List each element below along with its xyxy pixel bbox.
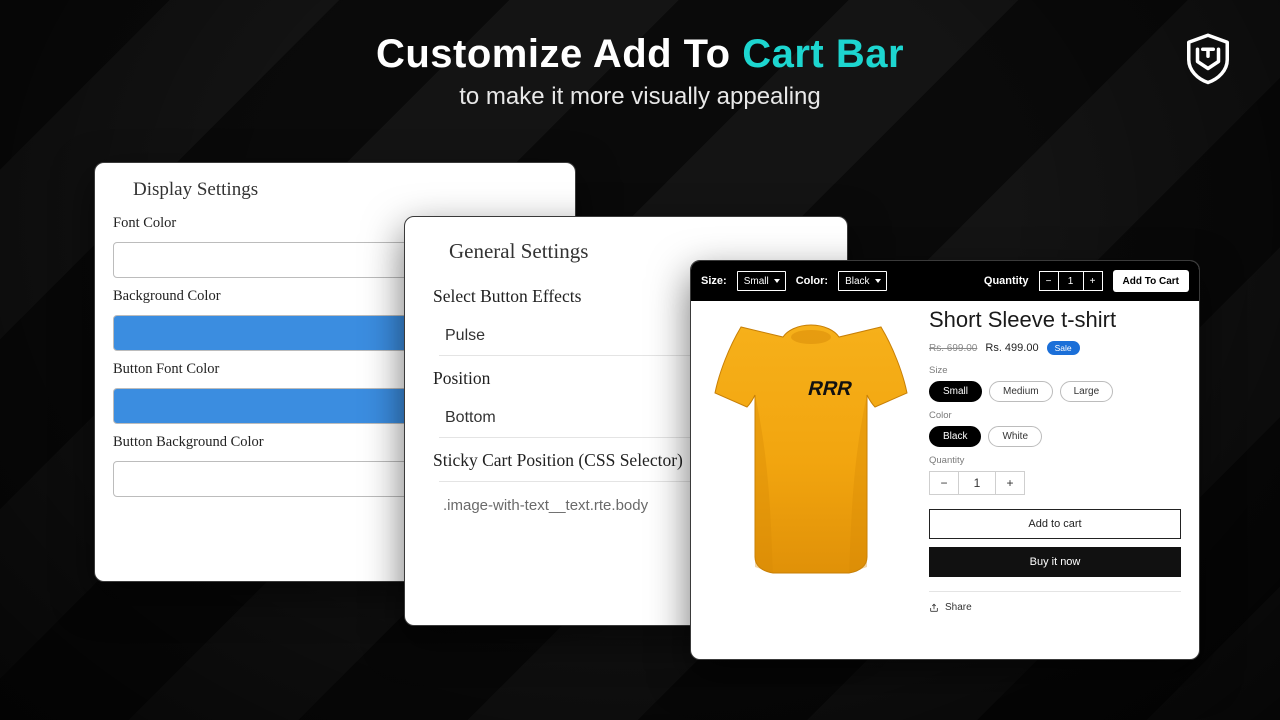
page-subtitle: to make it more visually appealing xyxy=(0,83,1280,111)
sticky-cart-bar: Size: Small Color: Black Quantity − 1 + … xyxy=(691,261,1199,301)
title-accent: Cart Bar xyxy=(742,32,904,76)
qty-minus[interactable]: − xyxy=(930,472,958,494)
bar-color-label: Color: xyxy=(796,275,828,287)
bar-qty-stepper[interactable]: − 1 + xyxy=(1039,271,1103,291)
product-info: Short Sleeve t-shirt Rs. 699.00 Rs. 499.… xyxy=(929,307,1181,613)
display-settings-title: Display Settings xyxy=(133,179,555,201)
quantity-stepper[interactable]: − 1 + xyxy=(929,471,1025,495)
qty-value: 1 xyxy=(958,472,996,494)
size-option-label: Size xyxy=(929,365,1181,376)
product-title: Short Sleeve t-shirt xyxy=(929,307,1181,333)
qty-option-label: Quantity xyxy=(929,455,1181,466)
price-row: Rs. 699.00 Rs. 499.00 Sale xyxy=(929,341,1181,355)
bar-qty-plus[interactable]: + xyxy=(1084,272,1102,290)
new-price: Rs. 499.00 xyxy=(985,342,1038,354)
share-label: Share xyxy=(945,602,972,613)
tshirt-icon: RRR xyxy=(701,307,921,597)
brand-logo xyxy=(1180,30,1236,91)
share-row[interactable]: Share xyxy=(929,591,1181,613)
size-pill-row: Small Medium Large xyxy=(929,381,1181,402)
color-pill-white[interactable]: White xyxy=(988,426,1042,447)
share-icon xyxy=(929,603,939,613)
product-preview-panel: Size: Small Color: Black Quantity − 1 + … xyxy=(690,260,1200,660)
size-pill-small[interactable]: Small xyxy=(929,381,982,402)
buy-now-button[interactable]: Buy it now xyxy=(929,547,1181,577)
bar-add-to-cart-button[interactable]: Add To Cart xyxy=(1113,270,1189,292)
bar-color-value: Black xyxy=(845,276,869,287)
tshirt-print-text: RRR xyxy=(806,378,855,400)
page-title: Customize Add To Cart Bar xyxy=(0,32,1280,77)
product-body: RRR Short Sleeve t-shirt Rs. 699.00 Rs. … xyxy=(691,301,1199,627)
bar-size-select[interactable]: Small xyxy=(737,271,786,291)
color-option-label: Color xyxy=(929,410,1181,421)
color-pill-black[interactable]: Black xyxy=(929,426,981,447)
color-pill-row: Black White xyxy=(929,426,1181,447)
add-to-cart-button[interactable]: Add to cart xyxy=(929,509,1181,539)
qty-plus[interactable]: + xyxy=(996,472,1024,494)
sale-badge: Sale xyxy=(1047,341,1080,355)
title-part1: Customize Add To xyxy=(376,32,742,76)
old-price: Rs. 699.00 xyxy=(929,343,977,354)
bar-qty-label: Quantity xyxy=(984,275,1029,287)
size-pill-medium[interactable]: Medium xyxy=(989,381,1053,402)
product-image: RRR xyxy=(701,307,921,597)
bar-size-value: Small xyxy=(744,276,769,287)
size-pill-large[interactable]: Large xyxy=(1060,381,1114,402)
bar-qty-value: 1 xyxy=(1058,272,1084,290)
bar-color-select[interactable]: Black xyxy=(838,271,886,291)
bar-size-label: Size: xyxy=(701,275,727,287)
headline: Customize Add To Cart Bar to make it mor… xyxy=(0,32,1280,111)
bar-qty-minus[interactable]: − xyxy=(1040,272,1058,290)
